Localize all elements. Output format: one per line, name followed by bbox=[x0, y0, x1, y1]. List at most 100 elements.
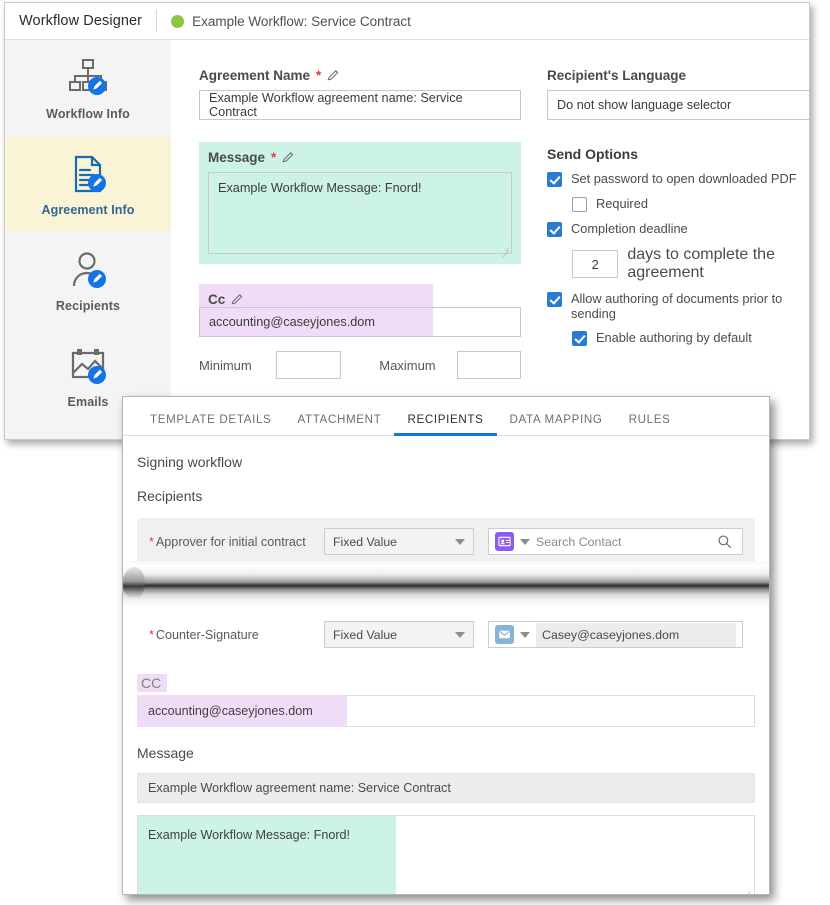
sidebar-item-workflow-info[interactable]: Workflow Info bbox=[5, 40, 171, 136]
send-option-label: Set password to open downloaded PDF bbox=[571, 171, 797, 186]
deadline-days-suffix: days to complete the agreement bbox=[627, 246, 775, 281]
overlay-message-body[interactable]: Example Workflow Message: Fnord! bbox=[137, 815, 755, 894]
agreement-name-input[interactable]: Example Workflow agreement name: Service… bbox=[199, 90, 521, 120]
checkbox-icon[interactable] bbox=[547, 172, 562, 187]
recipient-source-value: Fixed Value bbox=[333, 627, 398, 642]
page-fold-divider bbox=[123, 561, 769, 605]
tab-data-mapping[interactable]: DATA MAPPING bbox=[497, 413, 616, 435]
message-label-text: Message bbox=[208, 150, 266, 165]
min-max-row: Minimum Maximum bbox=[199, 351, 521, 379]
message-textarea-value: Example Workflow Message: Fnord! bbox=[218, 181, 422, 195]
envelope-icon[interactable] bbox=[495, 625, 514, 644]
required-asterisk: * bbox=[316, 68, 322, 83]
recipient-role-text: Counter-Signature bbox=[155, 627, 259, 642]
edit-pencil-icon[interactable] bbox=[327, 69, 341, 83]
form-right-column: Recipient's Language Do not show languag… bbox=[547, 68, 809, 379]
sidebar-item-label: Emails bbox=[67, 395, 109, 409]
resize-grip-icon[interactable] bbox=[741, 886, 751, 894]
agreement-name-label-text: Agreement Name bbox=[199, 68, 311, 83]
checkbox-icon[interactable] bbox=[547, 292, 562, 307]
send-option-required[interactable]: Required bbox=[572, 196, 809, 212]
maximum-label: Maximum bbox=[379, 357, 436, 373]
minimum-input[interactable] bbox=[276, 351, 341, 379]
send-option-enable-authoring-default[interactable]: Enable authoring by default bbox=[572, 330, 809, 346]
send-option-label: Required bbox=[596, 196, 648, 211]
workflow-name: Example Workflow: Service Contract bbox=[192, 13, 411, 29]
message-label: Message * bbox=[208, 150, 512, 165]
recipient-email-input[interactable]: Casey@caseyjones.dom bbox=[536, 622, 736, 647]
chevron-down-icon bbox=[455, 538, 465, 545]
header-divider bbox=[156, 10, 158, 32]
resize-grip-icon[interactable] bbox=[499, 242, 509, 252]
emails-icon bbox=[65, 343, 111, 389]
required-asterisk: * bbox=[149, 534, 154, 549]
recipient-source-select[interactable]: Fixed Value bbox=[324, 528, 474, 555]
workflow-info-icon bbox=[65, 55, 111, 101]
edit-pencil-icon[interactable] bbox=[231, 293, 245, 307]
recipient-source-select[interactable]: Fixed Value bbox=[324, 621, 474, 648]
checkbox-icon[interactable] bbox=[547, 222, 562, 237]
maximum-input[interactable] bbox=[456, 351, 521, 379]
agreement-info-form: Agreement Name * Example Workflow agreeme… bbox=[171, 40, 809, 439]
signing-workflow-heading: Signing workflow bbox=[137, 454, 243, 470]
contact-search-input[interactable]: Search Contact bbox=[536, 535, 711, 549]
send-options-title: Send Options bbox=[547, 146, 638, 162]
overlay-cc-section: CC accounting@caseyjones.dom bbox=[137, 674, 755, 727]
message-highlight-block: Message * Example Workflow Message: Fnord… bbox=[199, 142, 521, 264]
agreement-info-icon bbox=[65, 151, 111, 197]
search-icon[interactable] bbox=[717, 534, 732, 549]
recipient-role-label: * Approver for initial contract bbox=[149, 535, 324, 549]
sidebar: Workflow Info Agreement Info Recipients … bbox=[5, 40, 172, 439]
sidebar-item-recipients[interactable]: Recipients bbox=[5, 232, 171, 328]
recipient-role-label: * Counter-Signature bbox=[149, 628, 324, 642]
sidebar-item-label: Recipients bbox=[55, 299, 121, 313]
tab-recipients[interactable]: RECIPIENTS bbox=[394, 413, 497, 436]
send-option-completion-deadline[interactable]: Completion deadline bbox=[547, 221, 809, 237]
agreement-name-label: Agreement Name * bbox=[199, 68, 521, 83]
recipient-email-combo[interactable]: Casey@caseyjones.dom bbox=[488, 621, 743, 648]
recipients-language-label-text: Recipient's Language bbox=[547, 68, 686, 83]
minimum-label: Minimum bbox=[199, 357, 252, 373]
checkbox-icon[interactable] bbox=[572, 331, 587, 346]
message-textarea[interactable]: Example Workflow Message: Fnord! bbox=[208, 172, 512, 254]
required-asterisk: * bbox=[149, 627, 154, 642]
chevron-down-icon[interactable] bbox=[520, 631, 530, 638]
send-option-label: Allow authoring of documents prior to se… bbox=[571, 291, 783, 321]
deadline-days-input[interactable]: 2 bbox=[572, 250, 619, 278]
recipient-row-counter-signature: * Counter-Signature Fixed Value Casey@cas… bbox=[137, 611, 755, 658]
checkbox-icon[interactable] bbox=[572, 197, 587, 212]
deadline-days-row: 2 days to complete the agreement bbox=[572, 246, 809, 282]
cc-input[interactable]: accounting@caseyjones.dom bbox=[199, 307, 521, 337]
cc-label: Cc bbox=[208, 292, 424, 307]
recipient-source-value: Fixed Value bbox=[333, 534, 398, 549]
workflow-designer-window: Workflow Designer Example Workflow: Serv… bbox=[4, 2, 810, 440]
edit-pencil-icon[interactable] bbox=[282, 151, 296, 165]
app-header: Workflow Designer Example Workflow: Serv… bbox=[5, 3, 809, 40]
tab-rules[interactable]: RULES bbox=[616, 413, 684, 435]
overlay-tab-bar: TEMPLATE DETAILS ATTACHMENT RECIPIENTS D… bbox=[123, 397, 769, 436]
overlay-body: Signing workflow Recipients * Approver fo… bbox=[123, 436, 769, 894]
recipient-role-text: Approver for initial contract bbox=[155, 534, 306, 549]
sidebar-item-agreement-info[interactable]: Agreement Info bbox=[5, 136, 171, 232]
recipients-language-select[interactable]: Do not show language selector bbox=[547, 90, 809, 120]
recipient-contact-combo[interactable]: Search Contact bbox=[488, 528, 743, 555]
required-asterisk: * bbox=[271, 150, 277, 165]
template-recipients-overlay: TEMPLATE DETAILS ATTACHMENT RECIPIENTS D… bbox=[122, 396, 770, 895]
overlay-cc-label: CC bbox=[137, 674, 168, 692]
send-option-label: Completion deadline bbox=[571, 221, 688, 236]
send-option-set-password[interactable]: Set password to open downloaded PDF bbox=[547, 171, 809, 187]
send-option-allow-authoring[interactable]: Allow authoring of documents prior to se… bbox=[547, 291, 809, 321]
app-title: Workflow Designer bbox=[19, 13, 143, 29]
recipients-icon bbox=[65, 247, 111, 293]
cc-highlight-block: Cc accounting@caseyjones.dom bbox=[199, 284, 521, 337]
overlay-message-heading: Message bbox=[137, 745, 194, 761]
chevron-down-icon[interactable] bbox=[520, 538, 530, 545]
overlay-message-subject: Example Workflow agreement name: Service… bbox=[137, 773, 755, 803]
recipients-language-label: Recipient's Language bbox=[547, 68, 809, 83]
tab-template-details[interactable]: TEMPLATE DETAILS bbox=[137, 413, 284, 435]
tab-attachment[interactable]: ATTACHMENT bbox=[284, 413, 394, 435]
overlay-cc-input[interactable]: accounting@caseyjones.dom bbox=[137, 695, 755, 727]
recipients-heading: Recipients bbox=[137, 488, 203, 504]
cc-input-wrapper: accounting@caseyjones.dom bbox=[199, 307, 521, 337]
contact-card-icon[interactable] bbox=[495, 532, 514, 551]
